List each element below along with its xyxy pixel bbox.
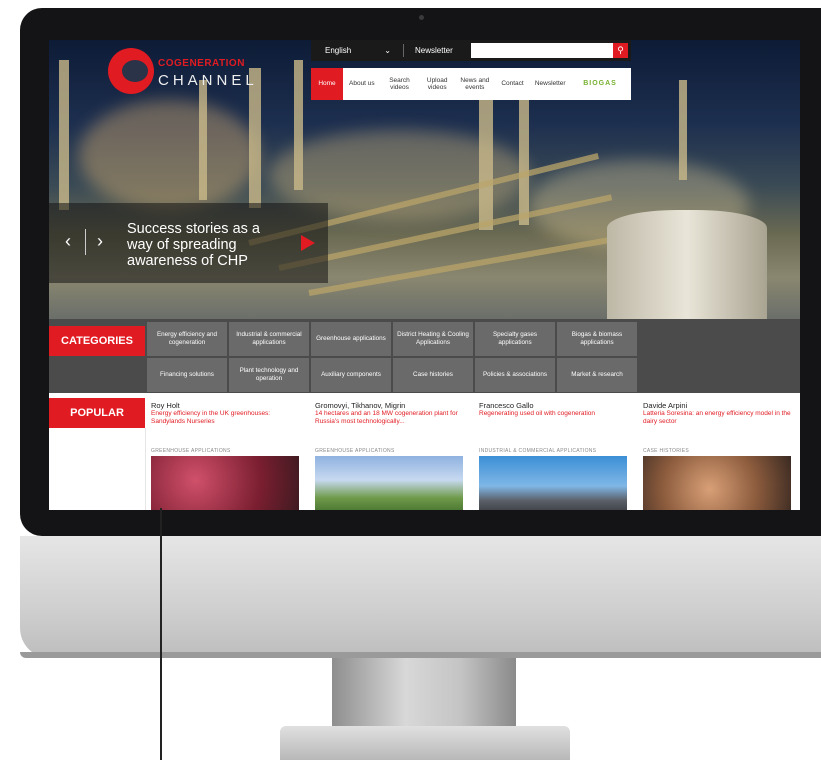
popular-card[interactable]: Gromovyi, Tikhanov, Migrin 14 hectares a… <box>311 393 467 510</box>
card-thumbnail[interactable] <box>151 456 299 510</box>
card-thumbnail[interactable] <box>315 456 463 510</box>
card-title[interactable]: 14 hectares and an 18 MW cogeneration pl… <box>315 410 465 426</box>
main-nav: Home About us Search videos Upload video… <box>311 68 631 100</box>
category-specialty-gases[interactable]: Specialty gases applications <box>475 322 555 356</box>
category-greenhouse[interactable]: Greenhouse applications <box>311 322 391 356</box>
storage-tank <box>607 210 767 319</box>
category-district-heating[interactable]: District Heating & Cooling Applications <box>393 322 473 356</box>
card-category: CASE HISTORIES <box>643 448 690 454</box>
logo-bottom-text: CHANNEL <box>158 72 258 89</box>
chevron-left-icon[interactable]: ‹ <box>57 231 79 253</box>
card-title[interactable]: Regenerating used oil with cogeneration <box>479 410 629 418</box>
nav-search-videos[interactable]: Search videos <box>381 68 419 100</box>
top-bar: English ⌄ Newsletter ⚲ <box>311 40 631 61</box>
divider <box>403 44 404 57</box>
popular-label: POPULAR <box>49 398 145 428</box>
logo-mark <box>108 48 154 94</box>
screen: COGENERATION CHANNEL English ⌄ Newslette… <box>49 40 800 510</box>
biogas-logo[interactable]: BIOGAS <box>569 68 631 100</box>
category-policies[interactable]: Policies & associations <box>475 358 555 392</box>
nav-upload-videos[interactable]: Upload videos <box>418 68 456 100</box>
webcam <box>419 15 424 20</box>
popular-card[interactable]: Davide Arpini Latteria Soresina: an ener… <box>639 393 795 510</box>
nav-contact[interactable]: Contact <box>494 68 532 100</box>
slider-headline[interactable]: Success stories as a way of spreading aw… <box>127 221 267 269</box>
search-input[interactable] <box>471 43 613 58</box>
card-category: INDUSTRIAL & COMMERCIAL APPLICATIONS <box>479 448 597 454</box>
categories-bar: CATEGORIES Energy efficiency and cogener… <box>49 319 800 393</box>
card-category: GREENHOUSE APPLICATIONS <box>151 448 231 454</box>
nav-about-us[interactable]: About us <box>343 68 381 100</box>
card-author: Gromovyi, Tikhanov, Migrin <box>315 401 406 410</box>
monitor-chin <box>20 536 821 658</box>
card-category: GREENHOUSE APPLICATIONS <box>315 448 395 454</box>
category-auxiliary-components[interactable]: Auxiliary components <box>311 358 391 392</box>
nav-home[interactable]: Home <box>311 68 343 100</box>
logo-top-text: COGENERATION <box>158 58 245 69</box>
category-energy-efficiency[interactable]: Energy efficiency and cogeneration <box>147 322 227 356</box>
slider-caption: ‹ › Success stories as a way of spreadin… <box>49 203 328 283</box>
card-author: Francesco Gallo <box>479 401 534 410</box>
language-selector[interactable]: English ⌄ <box>311 40 401 61</box>
category-market-research[interactable]: Market & research <box>557 358 637 392</box>
monitor-stand-base <box>280 726 570 760</box>
category-industrial-commercial[interactable]: Industrial & commercial applications <box>229 322 309 356</box>
card-author: Davide Arpini <box>643 401 688 410</box>
play-icon[interactable] <box>301 235 315 251</box>
popular-card[interactable]: Roy Holt Energy efficiency in the UK gre… <box>147 393 303 510</box>
divider <box>85 229 86 255</box>
search-icon[interactable]: ⚲ <box>613 43 628 58</box>
card-title[interactable]: Energy efficiency in the UK greenhouses:… <box>151 410 301 426</box>
monitor-stand-neck <box>332 658 516 728</box>
popular-card[interactable]: Francesco Gallo Regenerating used oil wi… <box>475 393 631 510</box>
category-biogas-biomass[interactable]: Biogas & biomass applications <box>557 322 637 356</box>
site-logo[interactable]: COGENERATION CHANNEL <box>108 48 254 98</box>
card-thumbnail[interactable] <box>643 456 791 510</box>
newsletter-link[interactable]: Newsletter <box>415 40 453 61</box>
language-label: English <box>325 46 352 55</box>
category-financing[interactable]: Financing solutions <box>147 358 227 392</box>
chevron-right-icon[interactable]: › <box>89 231 111 253</box>
card-author: Roy Holt <box>151 401 180 410</box>
category-plant-technology[interactable]: Plant technology and operation <box>229 358 309 392</box>
nav-newsletter[interactable]: Newsletter <box>531 68 569 100</box>
category-case-histories[interactable]: Case histories <box>393 358 473 392</box>
card-thumbnail[interactable] <box>479 456 627 510</box>
chevron-down-icon: ⌄ <box>384 46 391 55</box>
popular-sidebar <box>49 428 146 510</box>
nav-news-and-events[interactable]: News and events <box>456 68 494 100</box>
popular-section: POPULAR Roy Holt Energy efficiency in th… <box>49 393 800 510</box>
categories-label: CATEGORIES <box>49 326 145 356</box>
card-title[interactable]: Latteria Soresina: an energy efficiency … <box>643 410 793 426</box>
callout-line <box>160 508 162 760</box>
